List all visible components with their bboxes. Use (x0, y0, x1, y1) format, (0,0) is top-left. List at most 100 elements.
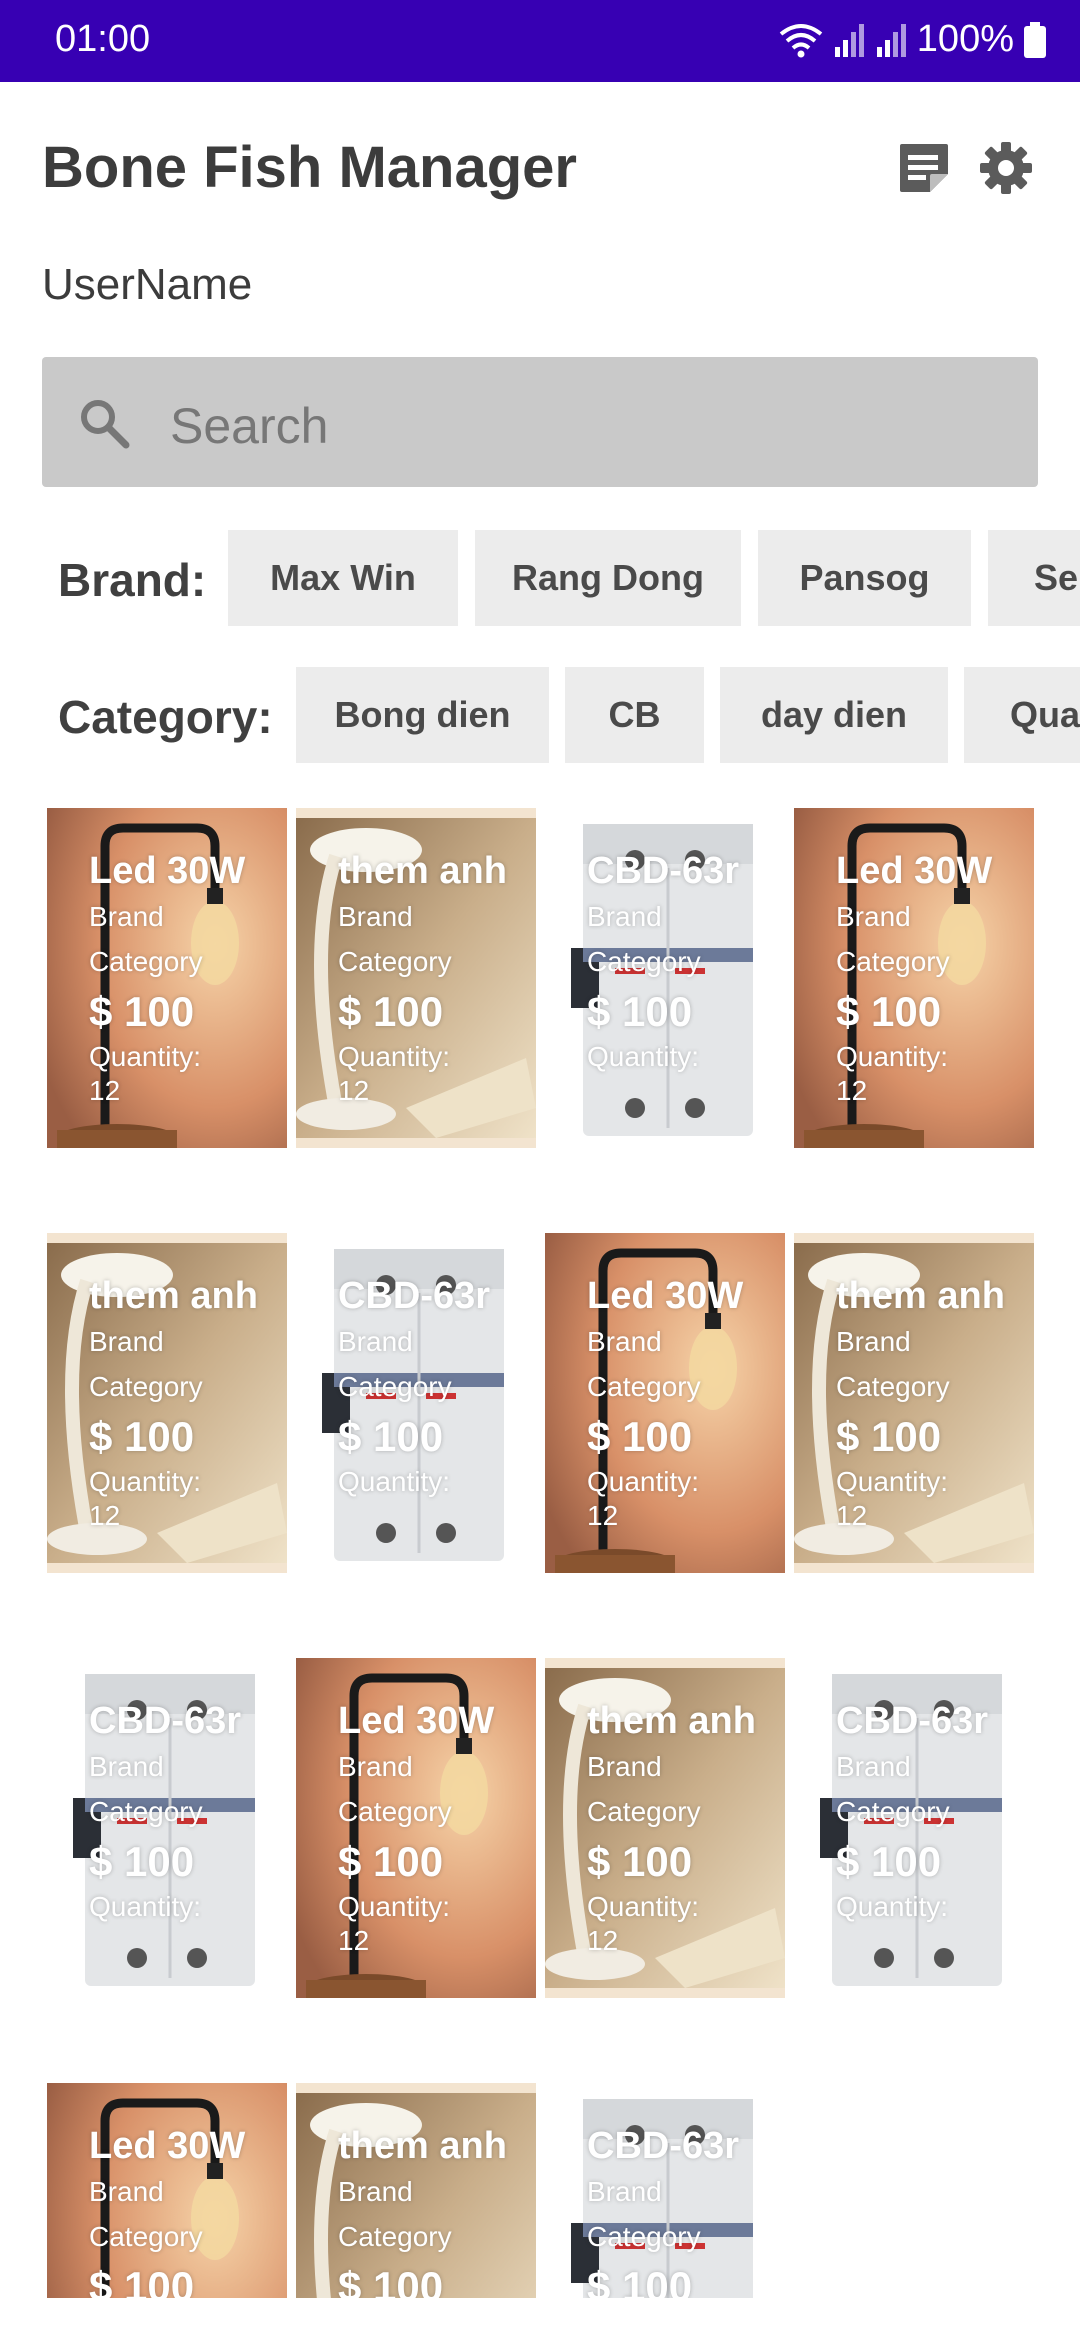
product-brand: Brand (89, 1751, 164, 1782)
product-price: $ 100 (587, 1413, 693, 1460)
note-icon[interactable] (896, 140, 952, 196)
product-price: $ 100 (836, 1838, 942, 1885)
product-category: Category (338, 2221, 452, 2252)
product-name: them anh (89, 1275, 258, 1317)
product-info: CBD-63rBrandCategory$ 100Quantity: (587, 2123, 757, 2298)
battery-icon (1024, 21, 1046, 58)
product-card[interactable]: them anh Brand Category $ 100 Quantity: 12 (296, 808, 536, 1148)
product-card[interactable]: Led 30WBrandCategory$ 100Quantity: 12 (47, 2083, 287, 2298)
wifi-icon (779, 23, 823, 57)
product-name: Led 30W (89, 2125, 246, 2167)
bottom-bar (0, 2298, 1080, 2340)
search-icon (81, 400, 130, 449)
product-category: Category (587, 1796, 701, 1827)
product-category: Category (89, 2221, 203, 2252)
product-card[interactable]: CBD-63rBrandCategory$ 100Quantity: (47, 1658, 287, 1998)
product-info: Led 30WBrandCategory$ 100Quantity: 12 (836, 848, 1006, 1108)
product-category: Category (89, 946, 203, 977)
product-name: CBD-63r (338, 1275, 491, 1317)
product-category: Category (836, 1796, 950, 1827)
product-card[interactable]: Led 30WBrandCategory$ 100Quantity: 12 (47, 808, 287, 1148)
product-name: them anh (836, 1275, 1005, 1317)
product-card[interactable]: CBD-63rBrandCategory$ 100Quantity: (545, 808, 785, 1148)
product-category: Category (836, 946, 950, 977)
category-chip[interactable]: day dien (720, 667, 948, 763)
brand-chip[interactable]: Ser (988, 530, 1080, 626)
product-category: Category (338, 1371, 452, 1402)
product-quantity: Quantity: 12 (338, 1891, 451, 1956)
product-quantity: Quantity: 12 (89, 1466, 202, 1531)
status-bar: 01:00 100% (0, 0, 1080, 82)
product-info: them anhBrandCategory$ 100Quantity: 12 (89, 1273, 259, 1533)
gear-icon[interactable] (978, 140, 1034, 196)
product-info: them anhBrandCategory$ 100Quantity: 12 (836, 1273, 1006, 1533)
product-info: Led 30WBrandCategory$ 100Quantity: 12 (587, 1273, 757, 1533)
product-quantity: Quantity: 12 (836, 1041, 949, 1106)
product-quantity: Quantity: (338, 1466, 451, 1497)
product-name: them anh (338, 850, 507, 892)
product-brand: Brand (587, 1751, 662, 1782)
search-input[interactable]: Search (42, 357, 1038, 487)
product-brand: Brand (836, 901, 911, 932)
product-category: Category (587, 1371, 701, 1402)
product-card[interactable]: CBD-63rBrandCategory$ 100Quantity: (794, 1658, 1034, 1998)
product-card[interactable]: them anhBrandCategory$ 100Quantity: 12 (794, 1233, 1034, 1573)
product-name: them anh (587, 1700, 756, 1742)
category-chip[interactable]: Bong dien (296, 667, 549, 763)
product-quantity: Quantity: (89, 1891, 202, 1922)
category-chip[interactable]: Quat (964, 667, 1080, 763)
product-quantity: Quantity: 12 (89, 1041, 202, 1106)
product-info: Led 30WBrandCategory$ 100Quantity: 12 (89, 2123, 259, 2298)
product-name: CBD-63r (587, 2125, 740, 2167)
product-card[interactable]: them anhBrandCategory$ 100Quantity: 12 (545, 1658, 785, 1998)
category-label: Category: (58, 691, 273, 743)
product-quantity: Quantity: 12 (836, 1466, 949, 1531)
product-price: $ 100 (89, 2263, 195, 2298)
product-info: them anhBrandCategory$ 100Quantity: 12 (338, 2123, 508, 2298)
product-brand: Brand (338, 2176, 413, 2207)
product-price: $ 100 (587, 988, 693, 1035)
username-label: UserName (42, 260, 253, 309)
product-card[interactable]: CBD-63rBrandCategory$ 100Quantity: (545, 2083, 785, 2298)
product-info: them anh Brand Category $ 100 Quantity: 12 (338, 848, 508, 1108)
product-card[interactable]: them anhBrandCategory$ 100Quantity: 12 (47, 1233, 287, 1573)
product-category: Category (338, 946, 452, 977)
product-price: $ 100 (89, 1413, 195, 1460)
product-info: CBD-63rBrandCategory$ 100Quantity: (338, 1273, 508, 1499)
product-brand: Brand (587, 901, 662, 932)
status-icons: 100% (779, 18, 1046, 61)
product-brand: Brand (836, 1751, 911, 1782)
product-quantity: Quantity: 12 (587, 1466, 700, 1531)
product-category: Category (338, 1796, 452, 1827)
product-price: $ 100 (338, 1838, 444, 1885)
product-card[interactable]: them anhBrandCategory$ 100Quantity: 12 (296, 2083, 536, 2298)
product-card[interactable]: CBD-63rBrandCategory$ 100Quantity: (296, 1233, 536, 1573)
product-name: Led 30W (587, 1275, 744, 1317)
brand-chip[interactable]: Pansog (758, 530, 971, 626)
product-category: Category (89, 1796, 203, 1827)
status-time: 01:00 (55, 18, 151, 60)
product-name: CBD-63r (587, 850, 740, 892)
product-info: CBD-63rBrandCategory$ 100Quantity: (836, 1698, 1006, 1924)
product-card[interactable]: Led 30WBrandCategory$ 100Quantity: 12 (296, 1658, 536, 1998)
product-quantity: Quantity: 12 (338, 1041, 451, 1106)
product-brand: Brand (89, 2176, 164, 2207)
product-info: Led 30WBrandCategory$ 100Quantity: 12 (89, 848, 259, 1108)
category-chip[interactable]: CB (565, 667, 704, 763)
product-brand: Brand (338, 901, 413, 932)
product-name: them anh (338, 2125, 507, 2167)
product-info: them anhBrandCategory$ 100Quantity: 12 (587, 1698, 757, 1958)
product-brand: Brand (836, 1326, 911, 1357)
brand-chip[interactable]: Rang Dong (475, 530, 741, 626)
product-card[interactable]: Led 30WBrandCategory$ 100Quantity: 12 (545, 1233, 785, 1573)
search-placeholder: Search (170, 398, 329, 454)
product-price: $ 100 (836, 1413, 942, 1460)
product-price: $ 100 (587, 1838, 693, 1885)
product-quantity: Quantity: (587, 1041, 700, 1072)
product-price: $ 100 (338, 988, 444, 1035)
product-price: $ 100 (89, 988, 195, 1035)
product-name: Led 30W (338, 1700, 495, 1742)
brand-chip[interactable]: Max Win (228, 530, 458, 626)
product-card[interactable]: Led 30WBrandCategory$ 100Quantity: 12 (794, 808, 1034, 1148)
product-brand: Brand (89, 1326, 164, 1357)
